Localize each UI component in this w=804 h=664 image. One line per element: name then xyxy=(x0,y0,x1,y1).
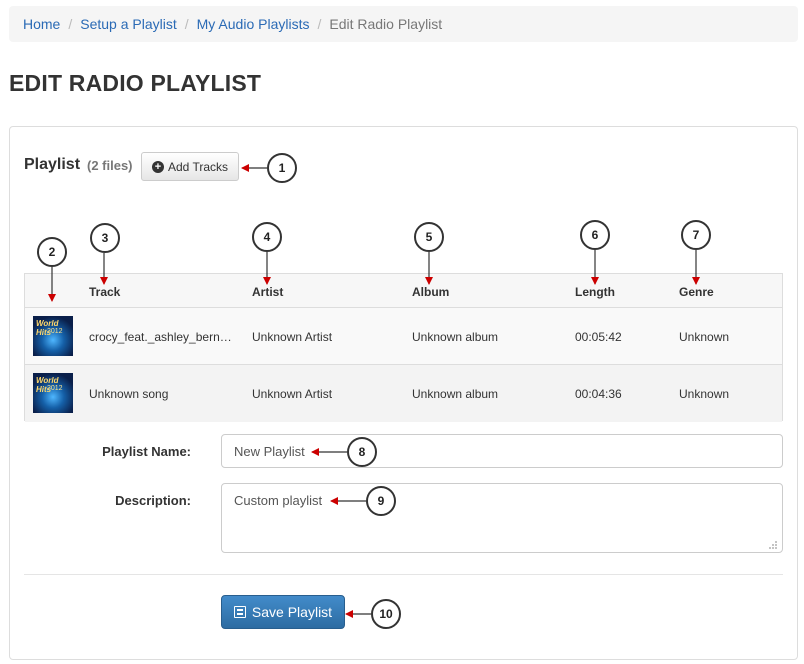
breadcrumb-home[interactable]: Home xyxy=(23,16,60,32)
callout-1: 1 xyxy=(267,153,297,183)
breadcrumb-current: Edit Radio Playlist xyxy=(329,16,443,32)
breadcrumb-my-audio-playlists[interactable]: My Audio Playlists xyxy=(197,16,310,32)
track-name: Unknown song xyxy=(89,387,169,401)
callout-6: 6 xyxy=(580,220,610,250)
table-header: Track Artist Album Length Genre xyxy=(25,274,782,308)
description-label: Description: xyxy=(115,493,191,508)
callout-2: 2 xyxy=(37,237,67,267)
plus-circle-icon: + xyxy=(151,160,164,173)
list-icon xyxy=(233,606,246,618)
breadcrumb-setup-playlist[interactable]: Setup a Playlist xyxy=(80,16,177,32)
column-header-artist[interactable]: Artist xyxy=(252,285,283,299)
breadcrumb-separator: / xyxy=(68,16,73,32)
track-genre: Unknown xyxy=(679,387,730,401)
album-art-thumbnail: World Hits 2012 xyxy=(33,373,73,413)
playlist-name-input[interactable] xyxy=(221,434,783,468)
column-header-genre[interactable]: Genre xyxy=(679,285,714,299)
column-header-track[interactable]: Track xyxy=(89,285,120,299)
breadcrumb: Home / Setup a Playlist / My Audio Playl… xyxy=(9,6,798,42)
page-title: EDIT RADIO PLAYLIST xyxy=(9,70,262,96)
callout-4: 4 xyxy=(252,222,282,252)
callout-8: 8 xyxy=(347,437,377,467)
breadcrumb-separator: / xyxy=(184,16,189,32)
save-playlist-label: Save Playlist xyxy=(251,604,333,620)
callout-7: 7 xyxy=(681,220,711,250)
table-row[interactable]: World Hits 2012 crocy_feat._ashley_bern…… xyxy=(25,308,782,365)
thumbnail-year: 2012 xyxy=(47,328,63,335)
save-playlist-button[interactable]: Save Playlist xyxy=(221,595,345,629)
playlist-heading: Playlist xyxy=(24,156,81,173)
track-artist: Unknown Artist xyxy=(252,387,333,401)
column-header-album[interactable]: Album xyxy=(412,285,449,299)
track-album: Unknown album xyxy=(412,387,499,401)
track-genre: Unknown xyxy=(679,330,730,344)
breadcrumb-separator: / xyxy=(317,16,322,32)
track-length: 00:05:42 xyxy=(575,330,622,344)
thumbnail-year: 2012 xyxy=(47,385,63,392)
track-album: Unknown album xyxy=(412,330,499,344)
track-length: 00:04:36 xyxy=(575,387,622,401)
add-tracks-label: Add Tracks xyxy=(167,159,229,174)
form-divider xyxy=(24,574,783,575)
file-count: (2 files) xyxy=(87,158,133,173)
callout-10: 10 xyxy=(371,599,401,629)
callout-3: 3 xyxy=(90,223,120,253)
tracks-table: Track Artist Album Length Genre World Hi… xyxy=(24,273,783,422)
album-art-thumbnail: World Hits 2012 xyxy=(33,316,73,356)
callout-5: 5 xyxy=(414,222,444,252)
callout-9: 9 xyxy=(366,486,396,516)
track-artist: Unknown Artist xyxy=(252,330,333,344)
track-name: crocy_feat._ashley_bern… xyxy=(89,330,232,344)
column-header-length[interactable]: Length xyxy=(575,285,615,299)
resize-grip-icon[interactable] xyxy=(768,540,778,550)
playlist-name-label: Playlist Name: xyxy=(102,444,191,459)
description-textarea[interactable]: Custom playlist xyxy=(221,483,783,553)
table-row[interactable]: World Hits 2012 Unknown song Unknown Art… xyxy=(25,365,782,422)
add-tracks-button[interactable]: + Add Tracks xyxy=(141,152,239,181)
